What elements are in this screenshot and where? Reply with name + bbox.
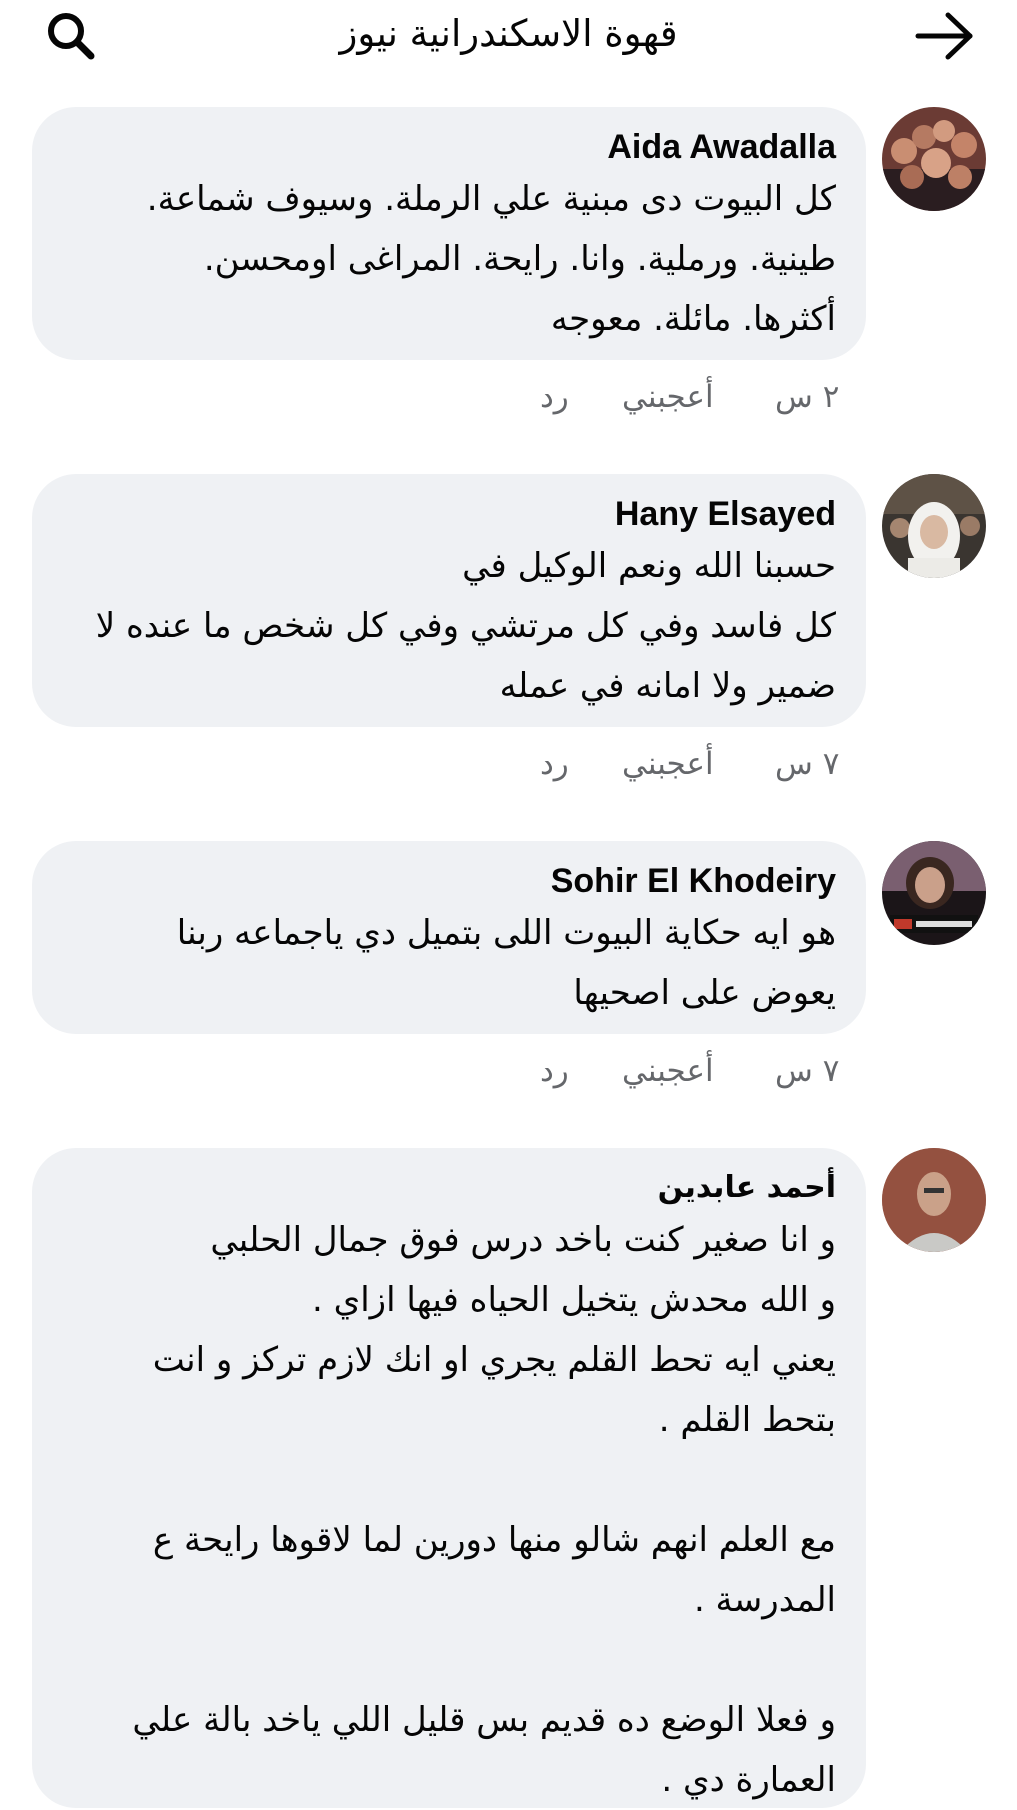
comment-author[interactable]: Hany Elsayed [62,492,836,536]
comment-actions: ٢ س أعجبني رد [0,377,1017,417]
comment-bubble: Hany Elsayed حسبنا الله ونعم الوكيل في ك… [32,474,866,727]
avatar[interactable] [882,841,986,945]
page-title: قهوة الاسكندرانية نيوز [339,12,678,55]
comment-time: ٧ س [775,1053,840,1089]
profile-photo-icon [882,841,986,945]
like-button[interactable]: أعجبني [622,1051,714,1091]
comment-bubble: Aida Awadalla كل البيوت دى مبنية علي الر… [32,107,866,360]
comment-actions: ٧ س أعجبني رد [0,744,1017,784]
comment-bubble: أحمد عابدين و انا صغير كنت باخد درس فوق … [32,1148,866,1808]
comment-time: ٢ س [775,379,840,415]
reply-button[interactable]: رد [540,1051,569,1091]
comment-time: ٧ س [775,746,840,782]
comment-author[interactable]: أحمد عابدين [62,1166,836,1210]
group-photo-icon [882,107,986,211]
portrait-photo-icon [882,474,986,578]
comment-actions: ٧ س أعجبني رد [0,1051,1017,1091]
arrow-right-icon [915,12,973,60]
comment-text: حسبنا الله ونعم الوكيل في كل فاسد وفي كل… [95,546,836,706]
portrait-photo-icon [882,1148,986,1252]
comment-author[interactable]: Aida Awadalla [62,125,836,169]
top-bar: قهوة الاسكندرانية نيوز [0,0,1017,72]
like-button[interactable]: أعجبني [622,744,714,784]
reply-button[interactable]: رد [540,744,569,784]
comment-text: و انا صغير كنت باخد درس فوق جمال الحلبي … [132,1220,836,1800]
back-button[interactable] [910,6,980,66]
avatar[interactable] [882,1148,986,1252]
comment-text: هو ايه حكاية البيوت اللى بتميل دي ياجماع… [176,913,836,1013]
comment-author[interactable]: Sohir El Khodeiry [62,859,836,903]
avatar[interactable] [882,474,986,578]
comment-text: كل البيوت دى مبنية علي الرملة. وسيوف شما… [146,179,836,339]
like-button[interactable]: أعجبني [622,377,714,417]
reply-button[interactable]: رد [540,377,569,417]
search-icon [48,13,95,60]
comment-bubble: Sohir El Khodeiry هو ايه حكاية البيوت ال… [32,841,866,1034]
search-button[interactable] [42,6,102,66]
avatar[interactable] [882,107,986,211]
